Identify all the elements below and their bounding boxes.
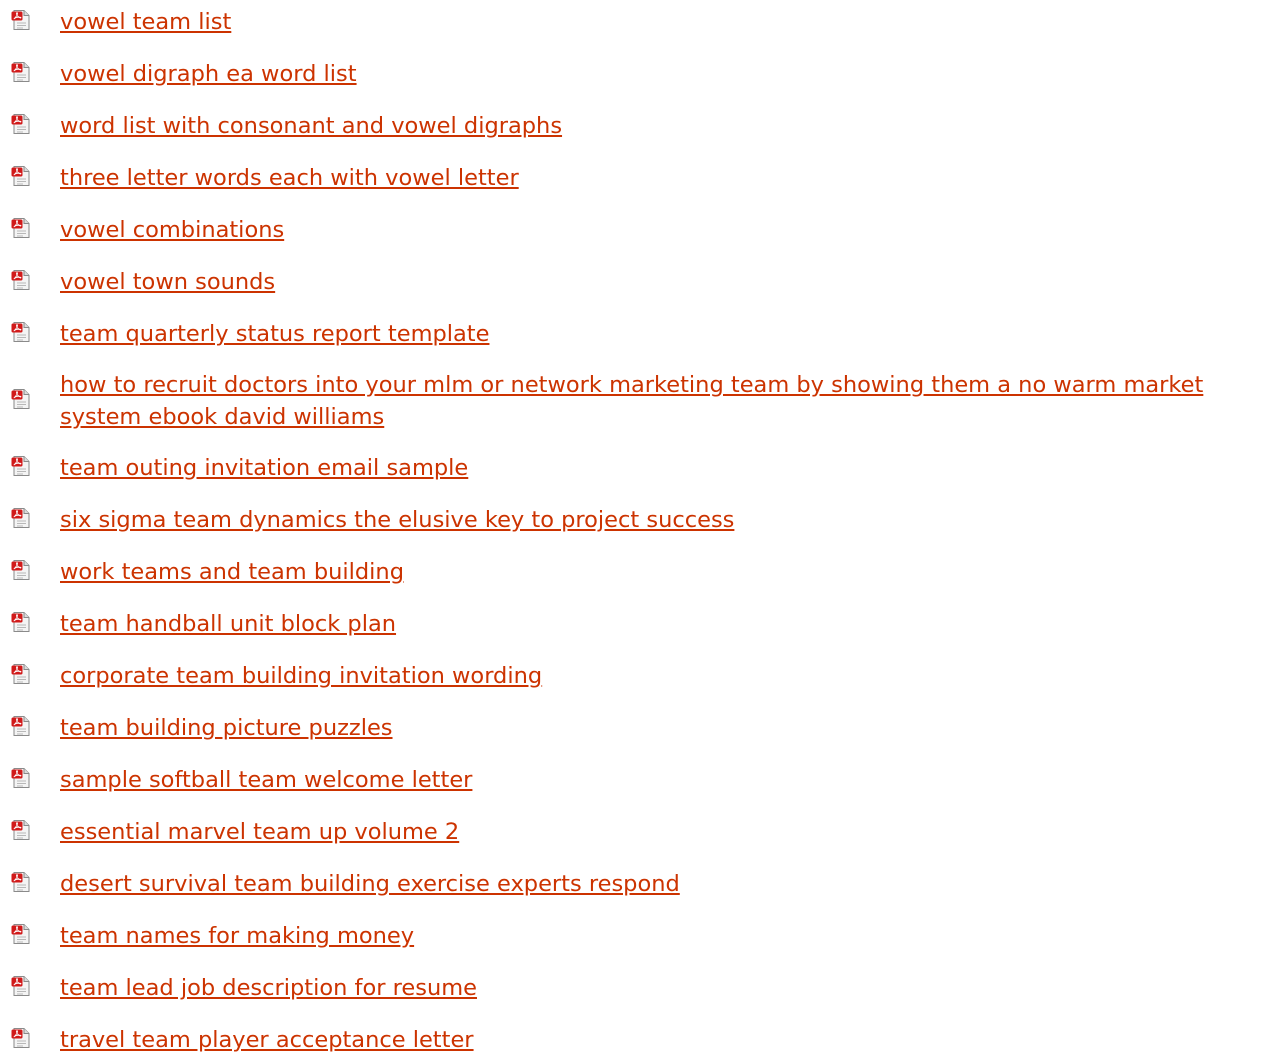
list-item: team outing invitation email sample <box>0 452 468 484</box>
list-item: three letter words each with vowel lette… <box>0 162 519 194</box>
pdf-file-icon <box>10 113 32 135</box>
pdf-file-icon <box>10 165 32 187</box>
list-item: six sigma team dynamics the elusive key … <box>0 504 734 536</box>
list-item: vowel combinations <box>0 214 284 246</box>
pdf-link[interactable]: word list with consonant and vowel digra… <box>60 110 562 142</box>
pdf-link[interactable]: team names for making money <box>60 920 414 952</box>
pdf-link[interactable]: team building picture puzzles <box>60 712 393 744</box>
list-item: essential marvel team up volume 2 <box>0 816 459 848</box>
pdf-link[interactable]: essential marvel team up volume 2 <box>60 816 459 848</box>
pdf-link[interactable]: vowel combinations <box>60 214 284 246</box>
pdf-link[interactable]: vowel town sounds <box>60 266 275 298</box>
pdf-file-icon <box>10 767 32 789</box>
pdf-link[interactable]: sample softball team welcome letter <box>60 764 472 796</box>
pdf-link[interactable]: vowel digraph ea word list <box>60 58 357 90</box>
pdf-link[interactable]: corporate team building invitation wordi… <box>60 660 542 692</box>
pdf-file-icon <box>10 269 32 291</box>
pdf-link[interactable]: vowel team list <box>60 6 231 38</box>
list-item: vowel digraph ea word list <box>0 58 357 90</box>
list-item: team lead job description for resume <box>0 972 477 1004</box>
pdf-link[interactable]: six sigma team dynamics the elusive key … <box>60 504 734 536</box>
list-item: corporate team building invitation wordi… <box>0 660 542 692</box>
list-item: team names for making money <box>0 920 414 952</box>
list-item: word list with consonant and vowel digra… <box>0 110 562 142</box>
pdf-file-icon <box>10 663 32 685</box>
pdf-file-icon <box>10 871 32 893</box>
pdf-file-icon <box>10 9 32 31</box>
pdf-file-icon <box>10 455 32 477</box>
pdf-file-icon <box>10 715 32 737</box>
pdf-link[interactable]: team quarterly status report template <box>60 318 489 350</box>
list-item: desert survival team building exercise e… <box>0 868 680 900</box>
pdf-link[interactable]: three letter words each with vowel lette… <box>60 162 519 194</box>
list-item: work teams and team building <box>0 556 404 588</box>
list-item: sample softball team welcome letter <box>0 764 472 796</box>
pdf-link[interactable]: desert survival team building exercise e… <box>60 868 680 900</box>
list-item: team building picture puzzles <box>0 712 393 744</box>
list-item: vowel town sounds <box>0 266 275 298</box>
pdf-file-icon <box>10 321 32 343</box>
pdf-link[interactable]: work teams and team building <box>60 556 404 588</box>
list-item: how to recruit doctors into your mlm or … <box>0 369 1261 433</box>
pdf-link[interactable]: team lead job description for resume <box>60 972 477 1004</box>
pdf-link[interactable]: travel team player acceptance letter <box>60 1024 474 1054</box>
pdf-link[interactable]: team outing invitation email sample <box>60 452 468 484</box>
pdf-link[interactable]: how to recruit doctors into your mlm or … <box>60 369 1261 433</box>
pdf-file-icon <box>10 923 32 945</box>
pdf-file-icon <box>10 388 32 410</box>
list-item: team quarterly status report template <box>0 318 489 350</box>
pdf-file-icon <box>10 559 32 581</box>
list-item: team handball unit block plan <box>0 608 396 640</box>
pdf-file-icon <box>10 507 32 529</box>
pdf-file-icon <box>10 975 32 997</box>
pdf-file-icon <box>10 611 32 633</box>
pdf-file-icon <box>10 1027 32 1049</box>
list-item: vowel team list <box>0 6 231 38</box>
pdf-file-icon <box>10 819 32 841</box>
list-item: travel team player acceptance letter <box>0 1024 474 1054</box>
pdf-file-icon <box>10 217 32 239</box>
pdf-link[interactable]: team handball unit block plan <box>60 608 396 640</box>
pdf-file-icon <box>10 61 32 83</box>
